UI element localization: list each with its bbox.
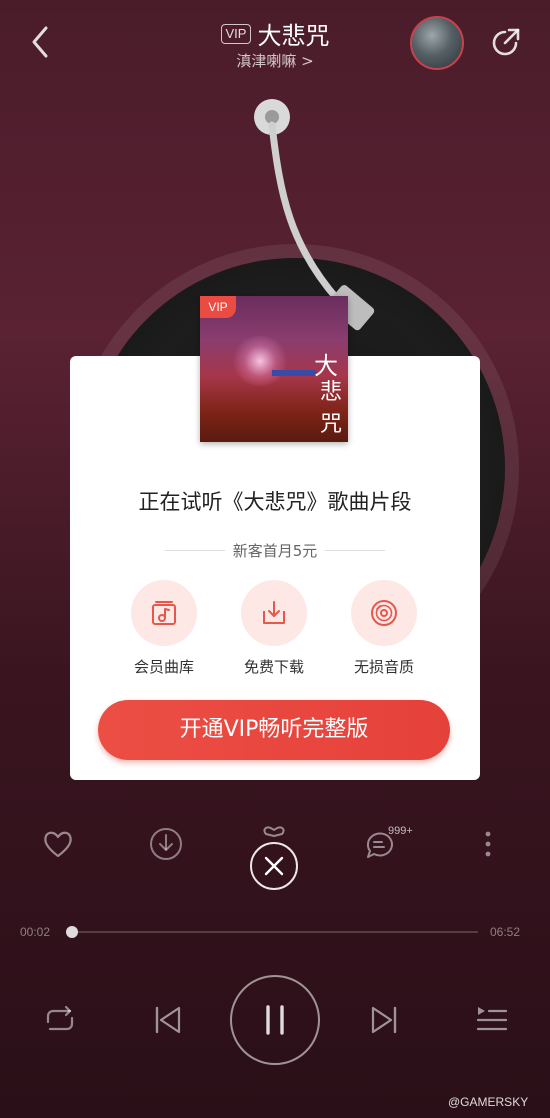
album-cover: 大 悲咒 VIP xyxy=(200,296,348,442)
album-cover-band xyxy=(272,370,316,376)
vip-badge: VIP xyxy=(220,23,252,44)
promo-text: 新客首月5元 xyxy=(232,542,318,560)
close-dialog-button[interactable] xyxy=(250,842,298,890)
download-icon xyxy=(263,601,285,624)
open-vip-button[interactable]: 开通VIP畅听完整版 xyxy=(98,700,450,760)
watermark: @GAMERSKY xyxy=(448,1095,529,1109)
feature-circle xyxy=(351,580,417,646)
heart-icon xyxy=(44,831,72,858)
feature-label: 会员曲库 xyxy=(133,658,194,676)
feature-circle xyxy=(131,580,197,646)
lossless-disc-icon xyxy=(371,600,397,626)
comment-count: 999+ xyxy=(388,825,413,837)
previous-button[interactable] xyxy=(148,1000,188,1040)
download-button[interactable] xyxy=(148,826,184,862)
feature-lossless-audio: 无损音质 xyxy=(344,580,424,677)
feature-free-download: 免费下载 xyxy=(234,580,314,677)
artist-link[interactable]: 滇津喇嘛 > xyxy=(0,50,550,71)
repeat-icon xyxy=(46,1005,74,1031)
like-button[interactable] xyxy=(40,826,76,862)
playlist-button[interactable] xyxy=(472,1000,512,1040)
current-time: 00:02 xyxy=(20,925,51,939)
promo-row: 新客首月5元 xyxy=(70,540,480,562)
feature-label: 免费下载 xyxy=(243,658,304,676)
promo-divider-right xyxy=(325,550,385,551)
repeat-button[interactable] xyxy=(40,1000,80,1040)
share-button[interactable] xyxy=(486,24,524,62)
next-button[interactable] xyxy=(364,1000,404,1040)
more-button[interactable] xyxy=(470,826,506,862)
download-circle-icon xyxy=(150,828,182,860)
album-vip-badge: VIP xyxy=(200,296,236,318)
song-title-bar: VIP 大悲咒 xyxy=(0,16,550,51)
song-title: 大悲咒 xyxy=(257,22,330,50)
album-cover-glow xyxy=(230,336,290,386)
playlist-icon xyxy=(476,1007,508,1031)
feature-label: 无损音质 xyxy=(353,658,414,676)
feature-circle xyxy=(241,580,307,646)
progress-knob[interactable] xyxy=(66,926,79,938)
trial-message: 正在试听《大悲咒》歌曲片段 xyxy=(138,490,412,514)
close-icon xyxy=(264,856,284,876)
progress-bar[interactable] xyxy=(66,926,478,938)
total-time: 06:52 xyxy=(490,925,521,939)
pause-button[interactable] xyxy=(230,975,320,1065)
skip-next-icon xyxy=(371,1006,397,1034)
avatar[interactable] xyxy=(410,16,464,70)
album-cover-title-2: 悲咒 xyxy=(320,380,343,437)
music-library-icon xyxy=(152,601,176,625)
more-vertical-icon xyxy=(485,831,491,857)
skip-previous-icon xyxy=(155,1006,181,1034)
feature-music-library: 会员曲库 xyxy=(124,580,204,677)
pause-icon xyxy=(266,1005,284,1035)
share-icon xyxy=(492,28,520,56)
